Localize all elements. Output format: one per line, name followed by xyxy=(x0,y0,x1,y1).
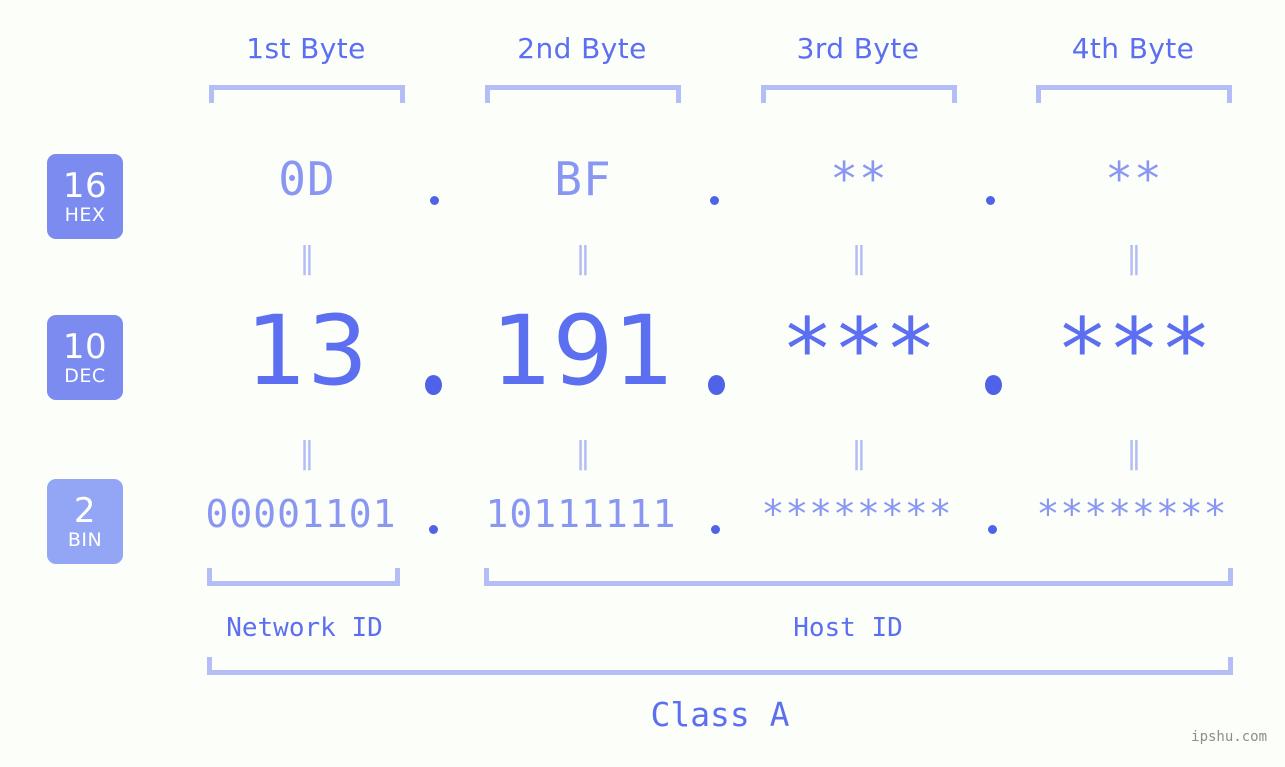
byte-header-1: 1st Byte xyxy=(246,32,366,65)
base-badge-hex: 16 HEX xyxy=(47,154,123,239)
bin-byte-3: ******** xyxy=(761,492,953,536)
dec-separator-3 xyxy=(985,375,1002,395)
base-badge-dec-number: 10 xyxy=(62,326,108,367)
base-badge-dec-name: DEC xyxy=(64,364,106,387)
dec-separator-1 xyxy=(425,375,442,395)
hex-byte-4: ** xyxy=(1105,152,1163,206)
base-badge-bin-number: 2 xyxy=(73,490,97,531)
equals-mark-dec-bin-3: ‖ xyxy=(851,436,867,471)
equals-mark-dec-bin-4: ‖ xyxy=(1126,436,1142,471)
base-badge-bin-name: BIN xyxy=(67,528,103,551)
base-badge-bin: 2 BIN xyxy=(47,479,123,564)
byte-header-4: 4th Byte xyxy=(1071,32,1195,65)
bin-separator-1 xyxy=(429,525,438,534)
host-id-label: Host ID xyxy=(793,613,903,643)
bin-byte-2: 10111111 xyxy=(485,492,677,536)
base-badge-dec: 10 DEC xyxy=(47,315,123,400)
dec-byte-4: *** xyxy=(1056,300,1212,400)
byte-bracket-2 xyxy=(485,85,681,103)
equals-mark-dec-bin-2: ‖ xyxy=(575,436,591,471)
hex-separator-2 xyxy=(710,196,719,205)
hex-byte-1: 0D xyxy=(278,152,336,206)
equals-mark-hex-dec-1: ‖ xyxy=(299,241,315,276)
network-id-bracket xyxy=(207,568,400,586)
network-id-label: Network ID xyxy=(226,613,383,643)
bin-byte-1: 00001101 xyxy=(205,492,397,536)
hex-separator-1 xyxy=(430,196,439,205)
bin-byte-4: ******** xyxy=(1036,492,1228,536)
hex-byte-2: BF xyxy=(554,152,612,206)
host-id-bracket xyxy=(484,568,1233,586)
byte-header-3: 3rd Byte xyxy=(796,32,920,65)
byte-header-2: 2nd Byte xyxy=(517,32,647,65)
hex-separator-3 xyxy=(986,196,995,205)
class-label: Class A xyxy=(650,695,790,734)
dec-byte-1: 13 xyxy=(245,295,369,407)
dec-separator-2 xyxy=(708,375,725,395)
dec-byte-3: *** xyxy=(781,300,937,400)
equals-mark-hex-dec-2: ‖ xyxy=(575,241,591,276)
equals-mark-hex-dec-3: ‖ xyxy=(851,241,867,276)
site-watermark: ipshu.com xyxy=(1191,729,1267,745)
byte-bracket-4 xyxy=(1036,85,1232,103)
byte-bracket-1 xyxy=(209,85,405,103)
ip-address-breakdown-diagram: 1st Byte 2nd Byte 3rd Byte 4th Byte 16 H… xyxy=(0,0,1285,767)
class-bracket xyxy=(207,657,1233,675)
base-badge-hex-name: HEX xyxy=(64,203,106,226)
bin-separator-2 xyxy=(711,525,720,534)
bin-separator-3 xyxy=(988,525,997,534)
byte-bracket-3 xyxy=(761,85,957,103)
base-badge-hex-number: 16 xyxy=(62,165,108,206)
equals-mark-dec-bin-1: ‖ xyxy=(299,436,315,471)
hex-byte-3: ** xyxy=(830,152,888,206)
dec-byte-2: 191 xyxy=(491,295,675,407)
equals-mark-hex-dec-4: ‖ xyxy=(1126,241,1142,276)
